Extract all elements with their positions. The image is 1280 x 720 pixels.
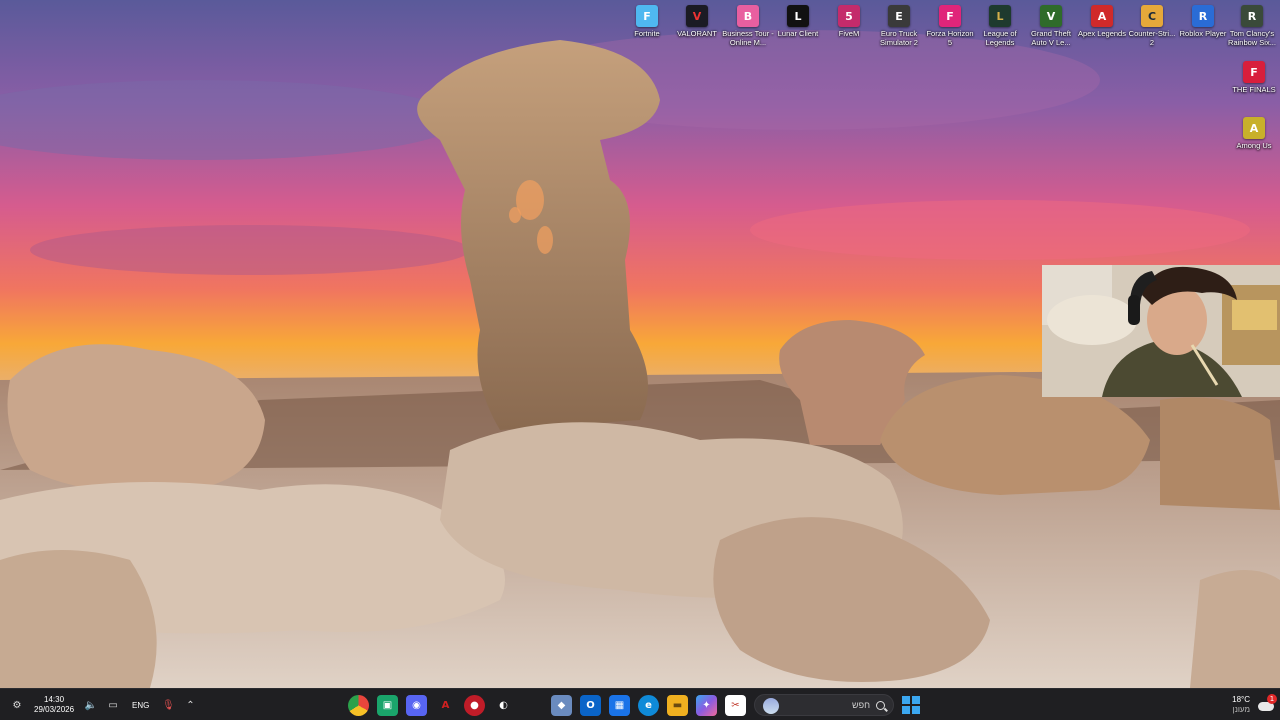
speaker-icon[interactable]: 🔈 — [84, 698, 98, 712]
webcam-feed — [1042, 265, 1280, 397]
clock-time: 14:30 — [44, 695, 65, 704]
desktop-icon-counter-strike[interactable]: C Counter-Stri... 2 — [1126, 5, 1178, 47]
the-finals-icon: F — [1243, 61, 1265, 83]
desktop-icon-label: League of Legends — [983, 29, 1017, 47]
lunar-client-icon: L — [787, 5, 809, 27]
counter-strike-icon: C — [1141, 5, 1163, 27]
desktop-icon-among-us[interactable]: A Among Us — [1228, 117, 1280, 150]
taskbar-apps: ▣ ◉ A ● ◐ ◆ O ▦ e ▬ ✦ ✂ חפש — [348, 689, 920, 720]
desktop-icon-fivem[interactable]: 5 FiveM — [823, 5, 875, 38]
desktop-icon-label: VALORANT — [677, 29, 717, 38]
desktop-icon-label: FiveM — [838, 29, 860, 38]
desktop-icon-label: Tom Clancy's Rainbow Six... — [1228, 29, 1276, 47]
desktop-icon-apex[interactable]: A Apex Legends — [1076, 5, 1128, 38]
network-icon[interactable]: ▭ — [106, 698, 120, 712]
desktop-icon-label: Apex Legends — [1078, 29, 1126, 38]
desktop-icon-roblox[interactable]: R Roblox Player — [1177, 5, 1229, 38]
language-indicator[interactable]: ENG — [132, 701, 149, 710]
package-icon[interactable]: ◆ — [551, 694, 572, 716]
desktop-icon-gta[interactable]: V Grand Theft Auto V Le... — [1025, 5, 1077, 47]
desktop-icon-valorant[interactable]: V VALORANT — [671, 5, 723, 38]
taskbar: ⚙ 14:30 29/03/2026 🔈 ▭ ENG 🎙 ⌃ ▣ ◉ A ● ◐… — [0, 688, 1280, 720]
desktop-icon-lunar-client[interactable]: L Lunar Client — [772, 5, 824, 38]
desktop-icon-league[interactable]: L League of Legends — [974, 5, 1026, 47]
roblox-icon: R — [1192, 5, 1214, 27]
store-icon[interactable]: ▦ — [609, 694, 630, 716]
weather-text: 18°C מעונן — [1232, 695, 1250, 715]
valorant-icon: V — [686, 5, 708, 27]
gta-icon: V — [1040, 5, 1062, 27]
outlook-icon[interactable]: O — [580, 694, 601, 716]
aesthetic-app-icon[interactable]: A — [435, 695, 456, 716]
among-us-icon: A — [1243, 117, 1265, 139]
forza-icon: F — [939, 5, 961, 27]
desktop-icon-label: Forza Horizon 5 — [926, 29, 974, 47]
steam-icon[interactable]: ◐ — [493, 695, 514, 716]
webcam-overlay — [1042, 265, 1280, 397]
desktop-icon-label: Fortnite — [634, 29, 660, 38]
chrome-icon[interactable] — [348, 694, 369, 716]
snip-icon[interactable]: ✂ — [725, 694, 746, 716]
system-tray-left: ⚙ 14:30 29/03/2026 🔈 ▭ ENG 🎙 ⌃ — [8, 689, 199, 720]
desktop-icon-forza[interactable]: F Forza Horizon 5 — [924, 5, 976, 47]
notification-badge: 1 — [1267, 694, 1277, 704]
copilot-icon[interactable]: ✦ — [696, 694, 717, 716]
blank-app-icon[interactable] — [522, 695, 543, 716]
desktop-icon-business-tour[interactable]: B Business Tour - Online M... — [722, 5, 774, 47]
apex-icon: A — [1091, 5, 1113, 27]
cloud-icon: 1 — [1256, 694, 1277, 712]
desktop-icon-label: Roblox Player — [1179, 29, 1227, 38]
desktop-icon-the-finals[interactable]: F THE FINALS — [1228, 61, 1280, 94]
clock-date: 29/03/2026 — [34, 705, 75, 714]
desktop-icon-label: Euro Truck Simulator 2 — [880, 29, 918, 47]
chevron-up-icon[interactable]: ⌃ — [183, 698, 197, 712]
search-box[interactable]: חפש — [754, 694, 894, 716]
weather-widget[interactable]: 18°C מעונן 1 — [1232, 689, 1277, 720]
file-explorer-icon[interactable]: ▬ — [667, 694, 688, 716]
red-app-icon[interactable]: ● — [464, 694, 485, 716]
search-placeholder: חפש — [852, 700, 870, 710]
desktop-icon-fortnite[interactable]: F Fortnite — [621, 5, 673, 38]
weather-temperature: 18°C — [1232, 695, 1250, 704]
fortnite-icon: F — [636, 5, 658, 27]
league-icon: L — [989, 5, 1011, 27]
desktop-icon-label: Business Tour - Online M... — [722, 29, 774, 47]
fivem-icon: 5 — [838, 5, 860, 27]
weather-condition: מעונן — [1232, 705, 1250, 714]
desktop-icon-rainbow-six[interactable]: R Tom Clancy's Rainbow Six... — [1226, 5, 1278, 47]
clock[interactable]: 14:30 29/03/2026 — [34, 695, 74, 715]
rainbow-six-icon: R — [1241, 5, 1263, 27]
start-button[interactable] — [902, 696, 920, 714]
euro-truck-icon: E — [888, 5, 910, 27]
edge-icon[interactable]: e — [638, 694, 659, 716]
desktop-icon-label: THE FINALS — [1232, 85, 1276, 94]
business-tour-icon: B — [737, 5, 759, 27]
microphone-icon[interactable]: 🎙 — [161, 698, 175, 712]
discord-icon[interactable]: ◉ — [406, 694, 427, 716]
desktop-icon-label: Lunar Client — [777, 29, 819, 38]
desktop-icon-label: Counter-Stri... 2 — [1128, 29, 1176, 47]
search-highlight-icon — [763, 698, 779, 714]
desktop-icon-label: Grand Theft Auto V Le... — [1031, 29, 1071, 47]
settings-icon[interactable]: ⚙ — [10, 698, 24, 712]
desktop-icon-euro-truck[interactable]: E Euro Truck Simulator 2 — [873, 5, 925, 47]
search-icon — [876, 700, 885, 710]
app-green-icon[interactable]: ▣ — [377, 694, 398, 716]
desktop-icon-label: Among Us — [1236, 141, 1272, 150]
